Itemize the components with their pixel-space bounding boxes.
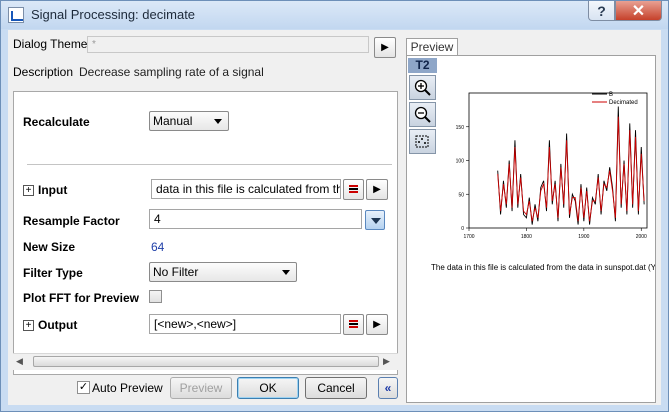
output-picker-button[interactable] xyxy=(343,314,364,335)
input-picker-button[interactable] xyxy=(343,179,364,200)
horizontal-scrollbar[interactable]: ◀ ▶ xyxy=(13,353,398,370)
tab-preview[interactable]: Preview xyxy=(406,38,458,56)
theme-menu-button[interactable]: ▶ xyxy=(374,37,396,58)
y-tick-label: 100 xyxy=(456,159,465,165)
y-tick-label: 50 xyxy=(458,192,464,198)
close-button[interactable]: ✕ xyxy=(615,1,662,21)
parameters-panel: Recalculate Manual + Input data in this … xyxy=(13,91,398,375)
data-selector-button[interactable] xyxy=(409,129,436,154)
x-tick-label: 1900 xyxy=(578,234,589,240)
zoom-in-icon xyxy=(414,79,431,96)
recalculate-value: Manual xyxy=(153,114,193,128)
collapse-preview-button[interactable]: « xyxy=(378,377,398,399)
plot-fft-label: Plot FFT for Preview xyxy=(23,291,140,305)
title-bar[interactable]: Signal Processing: decimate ? ✕ xyxy=(1,1,668,29)
dialog-theme-label: Dialog Theme xyxy=(13,37,88,51)
expand-output-icon[interactable]: + xyxy=(23,320,34,331)
description-label: Description xyxy=(13,65,74,79)
x-tick-label: 1800 xyxy=(521,234,532,240)
output-field[interactable]: [<new>,<new>] xyxy=(149,314,341,334)
legend-label: B xyxy=(609,92,613,98)
ok-button[interactable]: OK xyxy=(237,377,299,399)
input-label: Input xyxy=(38,183,68,197)
description-text: Decrease sampling rate of a signal xyxy=(76,64,394,80)
chart-caption: The data in this file is calculated from… xyxy=(431,263,655,272)
expand-input-icon[interactable]: + xyxy=(23,185,34,196)
y-tick-label: 0 xyxy=(461,226,464,232)
resample-factor-input[interactable]: 4 xyxy=(149,209,362,229)
x-tick-label: 1700 xyxy=(463,234,474,240)
scroll-left-icon[interactable]: ◀ xyxy=(16,356,23,367)
x-tick-label: 2000 xyxy=(636,234,647,240)
preview-button[interactable]: Preview xyxy=(170,377,232,399)
legend-label: Decimated xyxy=(609,100,638,106)
output-label: Output xyxy=(38,318,78,332)
cancel-button[interactable]: Cancel xyxy=(305,377,367,399)
filter-type-value: No Filter xyxy=(153,265,199,279)
dialog-body: Dialog Theme * ▶ Description Decrease sa… xyxy=(8,30,661,405)
filter-type-dropdown[interactable]: No Filter xyxy=(149,262,297,282)
arrow-right-icon: ▶ xyxy=(381,42,389,53)
zoom-out-icon xyxy=(414,106,431,123)
plot-fft-checkbox[interactable] xyxy=(149,290,162,303)
output-menu-button[interactable]: ▶ xyxy=(366,314,388,335)
arrow-right-icon: ▶ xyxy=(373,184,381,195)
preview-pane: T2 0 50 100 150 1700 1800 1900 2000 B Decimated T… xyxy=(406,55,656,403)
window-title: Signal Processing: decimate xyxy=(31,7,196,22)
input-menu-button[interactable]: ▶ xyxy=(366,179,388,200)
scroll-right-icon[interactable]: ▶ xyxy=(383,356,390,367)
app-icon xyxy=(8,7,24,23)
new-size-value: 64 xyxy=(151,240,165,254)
input-field[interactable]: data in this file is calculated from the… xyxy=(151,179,341,199)
toolbar-badge: T2 xyxy=(408,58,437,73)
scrollbar-thumb[interactable] xyxy=(33,356,379,367)
data-selector-icon xyxy=(415,135,429,148)
arrow-right-icon: ▶ xyxy=(373,319,381,330)
chevron-down-icon xyxy=(214,119,222,124)
y-tick-label: 150 xyxy=(456,125,465,131)
auto-preview-label: Auto Preview xyxy=(92,381,163,395)
dialog-window: Signal Processing: decimate ? ✕ Dialog T… xyxy=(0,0,669,412)
recalculate-dropdown[interactable]: Manual xyxy=(149,111,229,131)
plot-area xyxy=(468,92,648,229)
chevron-down-icon xyxy=(282,270,290,275)
dialog-theme-field[interactable]: * xyxy=(87,36,369,53)
auto-preview-checkbox[interactable]: ✓ xyxy=(77,381,90,394)
zoom-out-button[interactable] xyxy=(409,102,436,127)
filter-type-label: Filter Type xyxy=(23,266,83,280)
zoom-in-button[interactable] xyxy=(409,75,436,100)
recalculate-label: Recalculate xyxy=(23,115,90,129)
new-size-label: New Size xyxy=(23,240,76,254)
resample-factor-label: Resample Factor xyxy=(23,214,120,228)
separator xyxy=(27,164,392,165)
preview-chart: 0 50 100 150 1700 1800 1900 2000 B Decimated xyxy=(456,92,648,240)
resample-factor-dropdown-button[interactable] xyxy=(365,210,385,230)
checkmark-icon: ✓ xyxy=(78,381,89,393)
help-button[interactable]: ? xyxy=(588,1,615,21)
